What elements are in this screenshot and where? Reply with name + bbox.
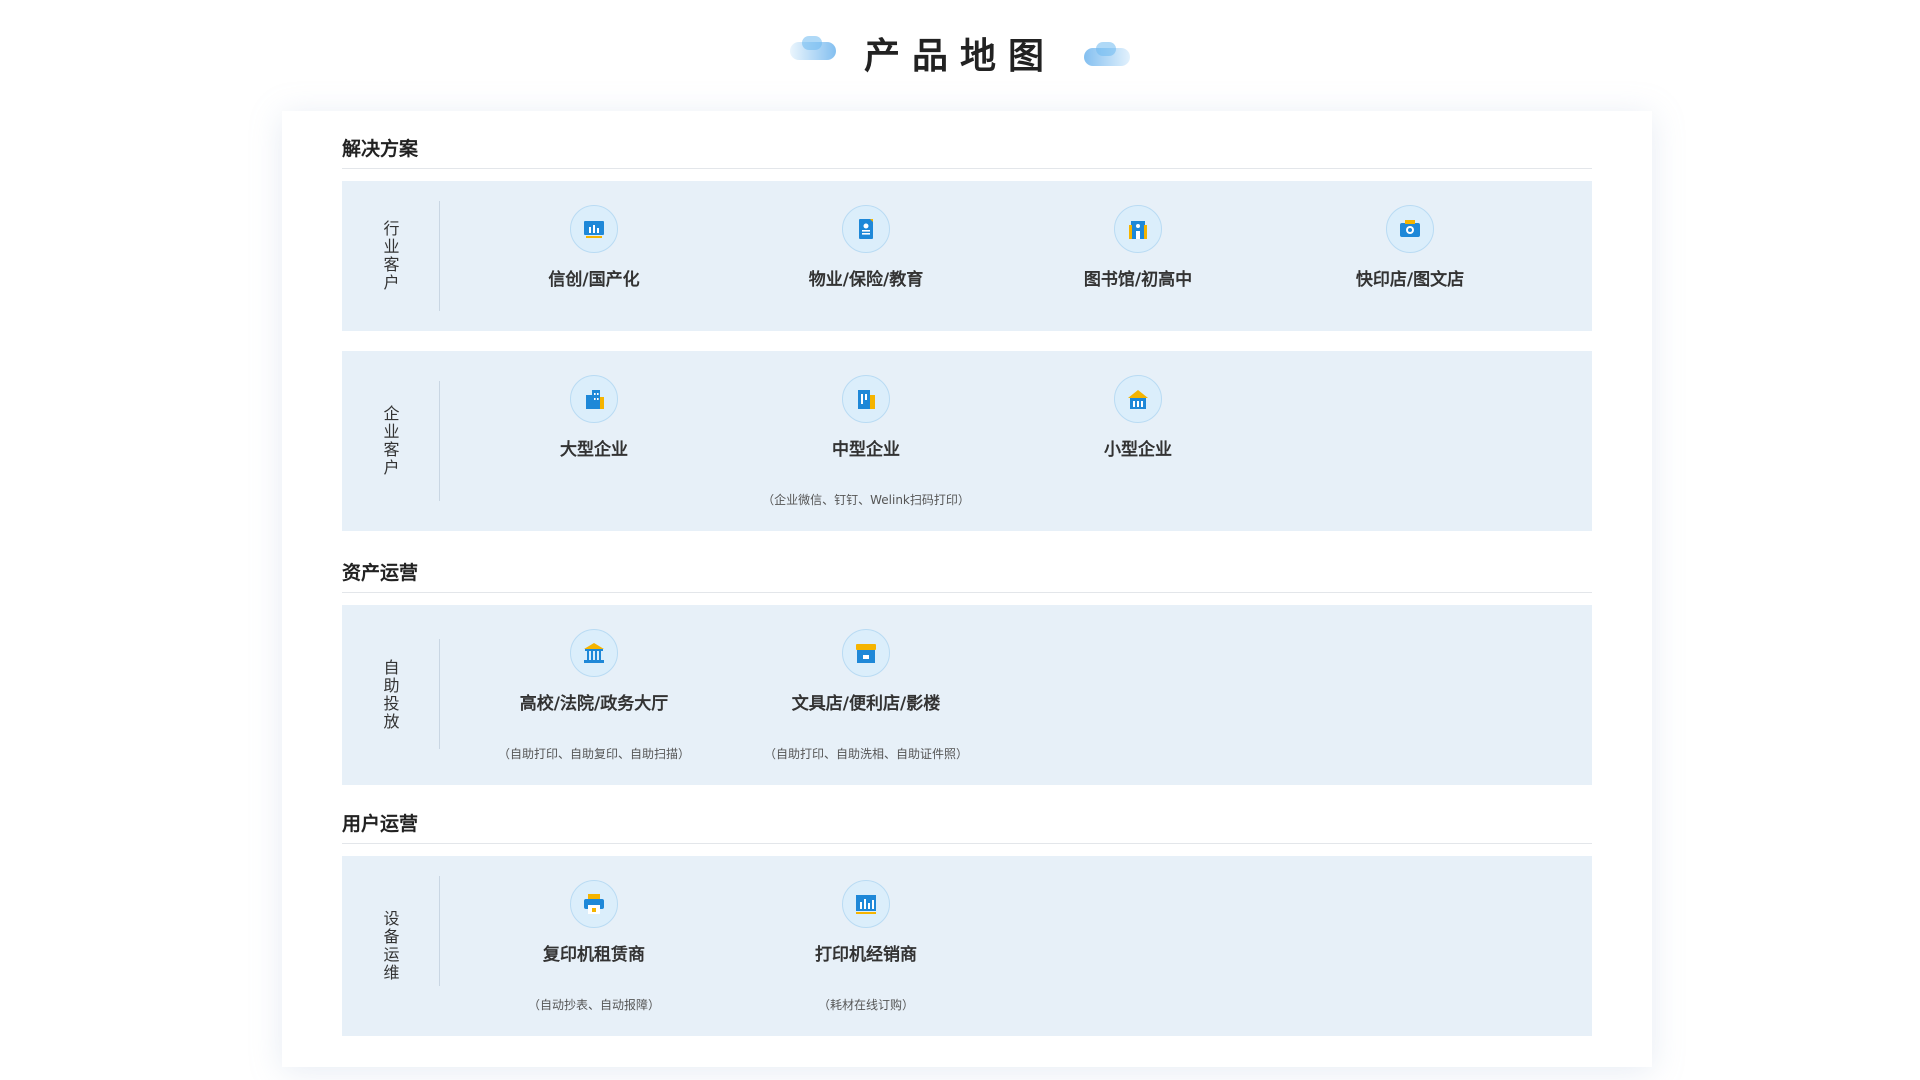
item-label: 信创/国产化 — [548, 270, 640, 290]
item-label: 中型企业 — [832, 440, 900, 460]
item-copier-rental[interactable]: 复印机租赁商 — [458, 880, 730, 965]
panel-label: 企业客户 — [380, 405, 400, 477]
panel-enterprise-customers: 企业客户 大型企业 中型企业 （企业微信、钉钉、Welink扫码打印） 小型企业 — [342, 351, 1592, 531]
office-building-icon — [842, 375, 890, 423]
item-label: 图书馆/初高中 — [1083, 270, 1193, 290]
panel-self-service: 自助投放 高校/法院/政务大厅 （自助打印、自助复印、自助扫描） 文具店/便利店… — [342, 605, 1592, 785]
government-hall-icon — [570, 629, 618, 677]
item-label: 打印机经销商 — [815, 945, 917, 965]
item-print-shop[interactable]: 快印店/图文店 — [1274, 205, 1546, 290]
cloud-decoration-right — [1084, 42, 1130, 66]
section-heading-asset-ops: 资产运营 — [342, 559, 1592, 593]
item-xinchuang[interactable]: 信创/国产化 — [458, 205, 730, 290]
item-note: （耗材在线订购） — [817, 998, 914, 1012]
panel-label: 自助投放 — [380, 659, 400, 731]
item-label: 小型企业 — [1104, 440, 1172, 460]
item-note: （企业微信、钉钉、Welink扫码打印） — [762, 493, 970, 507]
item-label: 文具店/便利店/影楼 — [791, 694, 941, 714]
page-title: 产品地图 — [863, 36, 1056, 77]
item-label: 快印店/图文店 — [1355, 270, 1465, 290]
item-property-insurance-education[interactable]: 物业/保险/教育 — [730, 205, 1002, 290]
section-title: 资产运营 — [342, 562, 419, 584]
item-label: 高校/法院/政务大厅 — [519, 694, 669, 714]
city-buildings-icon — [570, 375, 618, 423]
item-medium-enterprise[interactable]: 中型企业 — [730, 375, 1002, 460]
item-small-enterprise[interactable]: 小型企业 — [1002, 375, 1274, 460]
item-note: （自助打印、自助洗相、自助证件照） — [763, 747, 968, 761]
panel-label: 设备运维 — [380, 910, 400, 982]
camera-icon — [1386, 205, 1434, 253]
divider — [439, 381, 440, 501]
small-house-icon — [1114, 375, 1162, 423]
item-label: 复印机租赁商 — [543, 945, 645, 965]
section-heading-user-ops: 用户运营 — [342, 810, 1592, 844]
printer-icon — [570, 880, 618, 928]
divider — [439, 639, 440, 749]
section-title: 解决方案 — [342, 138, 419, 160]
item-label: 物业/保险/教育 — [808, 270, 924, 290]
section-title: 用户运营 — [342, 813, 419, 835]
panel-device-maintenance: 设备运维 复印机租赁商 （自动抄表、自动报障） 打印机经销商 （耗材在线订购） — [342, 856, 1592, 1036]
item-printer-dealer[interactable]: 打印机经销商 — [730, 880, 1002, 965]
product-map-card: 解决方案 行业客户 信创/国产化 物业/保险/教育 图书馆/初高中 快印店/图文… — [282, 111, 1652, 1067]
item-large-enterprise[interactable]: 大型企业 — [458, 375, 730, 460]
item-label: 大型企业 — [560, 440, 628, 460]
document-icon — [842, 205, 890, 253]
cloud-decoration-left — [789, 36, 836, 60]
building-icon — [1114, 205, 1162, 253]
panel-label: 行业客户 — [380, 220, 400, 292]
item-library-school[interactable]: 图书馆/初高中 — [1002, 205, 1274, 290]
chart-board-icon — [570, 205, 618, 253]
page-header: 产品地图 — [0, 28, 1920, 78]
panel-industry-customers: 行业客户 信创/国产化 物业/保险/教育 图书馆/初高中 快印店/图文店 — [342, 181, 1592, 331]
section-heading-solutions: 解决方案 — [342, 135, 1592, 169]
divider — [439, 876, 440, 986]
divider — [439, 201, 440, 311]
shop-icon — [842, 629, 890, 677]
item-stationery-convenience-studio[interactable]: 文具店/便利店/影楼 — [730, 629, 1002, 714]
bar-chart-icon — [842, 880, 890, 928]
item-university-court-hall[interactable]: 高校/法院/政务大厅 — [458, 629, 730, 714]
